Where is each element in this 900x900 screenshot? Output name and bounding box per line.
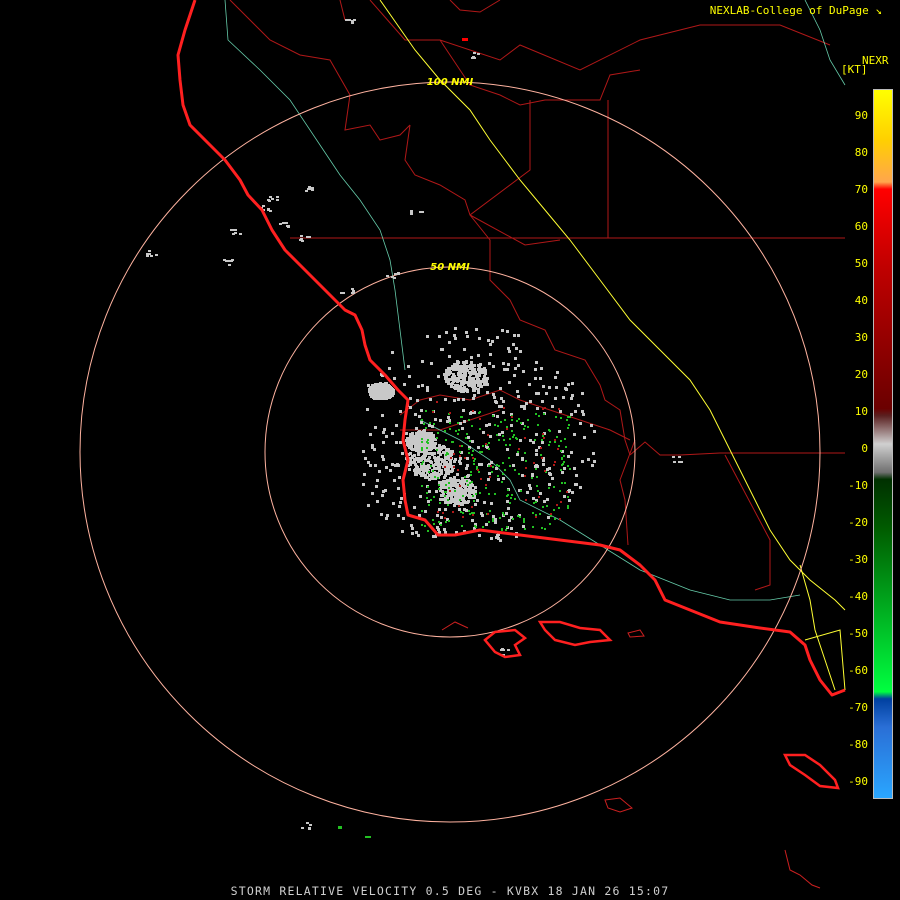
- scale-tick: -50: [848, 627, 868, 640]
- small-islands: [441, 621, 821, 889]
- scale-tick: -10: [848, 479, 868, 492]
- scale-tick: -30: [848, 553, 868, 566]
- unit-label: [KT]: [841, 63, 868, 76]
- scale-tick: -40: [848, 590, 868, 603]
- coastline: [176, 0, 846, 697]
- scale-tick: 60: [854, 220, 868, 233]
- product-title: STORM RELATIVE VELOCITY 0.5 DEG - KVBX 1…: [230, 884, 670, 898]
- scale-tick: 10: [854, 405, 868, 418]
- scale-tick: -70: [848, 701, 868, 714]
- scale-tick: 30: [854, 331, 868, 344]
- scale-tick: 20: [854, 368, 868, 381]
- scale-tick: -90: [848, 775, 868, 788]
- channel-islands: [483, 620, 840, 790]
- scale-tick: 0: [861, 442, 868, 455]
- scale-tick: 50: [854, 257, 868, 270]
- scale-tick: -80: [848, 738, 868, 751]
- radar-echoes: [146, 19, 683, 838]
- scale-tick: -60: [848, 664, 868, 677]
- ring-50-label: 50 NMI: [430, 262, 470, 273]
- river-lines: [224, 0, 846, 601]
- corner-arrow-icon: ↘: [875, 4, 882, 17]
- boundary-lines: [379, 0, 846, 691]
- velocity-color-bar: [873, 89, 893, 799]
- ring-100-label: 100 NMI: [427, 77, 474, 88]
- scale-tick: 70: [854, 183, 868, 196]
- radar-map: 100 NMI 50 NMI: [79, 0, 846, 889]
- credit-text: NEXLAB-College of DuPage ↘: [709, 4, 882, 17]
- scale-tick: 80: [854, 146, 868, 159]
- scale-tick: 40: [854, 294, 868, 307]
- scale-tick: 90: [854, 109, 868, 122]
- scale-tick: -20: [848, 516, 868, 529]
